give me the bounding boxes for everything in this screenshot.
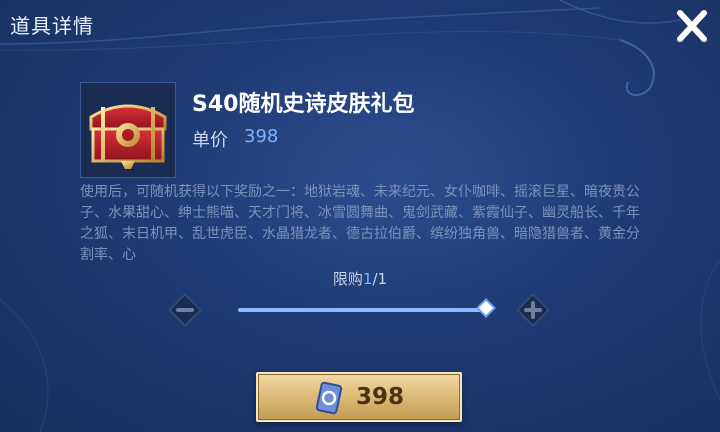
item-name: S40随机史诗皮肤礼包 (192, 92, 415, 117)
item-description: 使用后，可随机获得以下奖励之一：地狱岩魂、未来纪元、女仆咖啡、摇滚巨星、暗夜贵公… (80, 184, 640, 263)
close-button[interactable] (670, 6, 714, 46)
coupon-icon (315, 381, 343, 415)
increase-quantity-button[interactable] (514, 291, 552, 329)
diamond-icon (476, 298, 496, 318)
close-icon (677, 10, 707, 42)
buy-button[interactable]: 398 (256, 372, 462, 422)
quantity-slider-fill (238, 308, 486, 312)
purchase-limit-label: 限购 (332, 270, 363, 288)
decrease-quantity-button[interactable] (166, 291, 204, 329)
buy-button-price: 398 (356, 384, 405, 410)
purchase-limit: 限购1/1 (0, 268, 720, 289)
quantity-slider-thumb[interactable] (476, 298, 496, 318)
unit-price-value: 398 (244, 126, 279, 147)
window-title: 道具详情 (10, 14, 94, 38)
minus-icon (168, 293, 202, 327)
quantity-slider[interactable] (238, 298, 496, 318)
item-icon-frame (80, 82, 176, 178)
plus-icon (516, 293, 550, 327)
purchase-limit-total: /1 (372, 270, 388, 288)
treasure-chest-icon (89, 104, 167, 169)
unit-price-label: 单价 (192, 130, 228, 151)
